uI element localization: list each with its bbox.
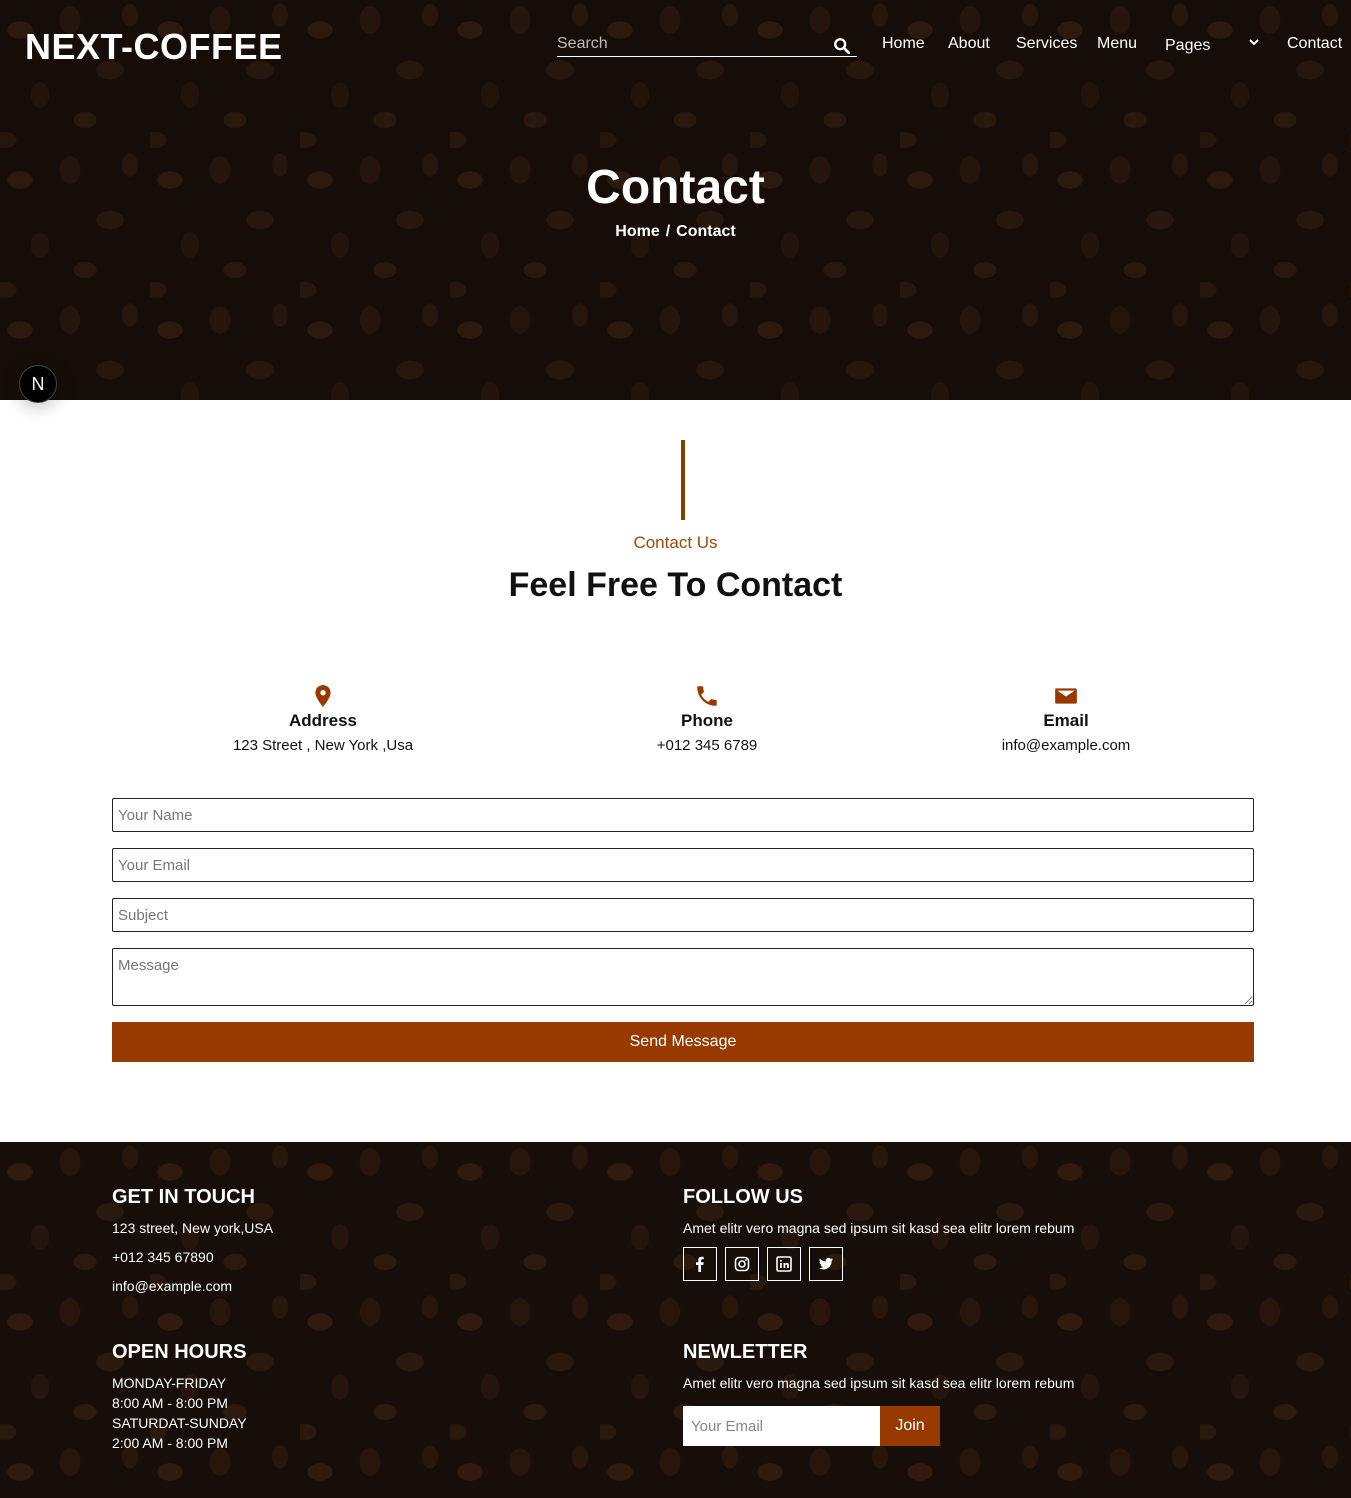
subject-field[interactable]	[112, 898, 1254, 932]
info-address-label: Address	[288, 711, 358, 730]
newsletter-email-input[interactable]	[683, 1406, 880, 1446]
weekend-label: SATURDAT-SUNDAY	[112, 1415, 247, 1431]
facebook-icon	[696, 1256, 704, 1272]
name-field[interactable]	[112, 798, 1254, 832]
nav-home[interactable]: Home	[882, 35, 925, 53]
info-email-label: Email	[1043, 711, 1089, 730]
chevron-down-icon[interactable]	[1248, 36, 1260, 48]
phone-icon	[697, 686, 717, 706]
nav-menu[interactable]: Menu	[1097, 35, 1137, 53]
footer-follow-us: FOLLOW US Amet elitr vero magna sed ipsu…	[683, 1186, 1074, 1236]
footer-newsletter: NEWLETTER Amet elitr vero magna sed ipsu…	[683, 1341, 1074, 1391]
footer-newsletter-title: NEWLETTER	[683, 1341, 808, 1363]
instagram-button[interactable]	[725, 1247, 759, 1281]
newsletter-join-button[interactable]: Join	[880, 1406, 940, 1446]
footer-email[interactable]: info@example.com	[112, 1278, 273, 1294]
footer-phone: +012 345 67890	[112, 1249, 214, 1265]
info-phone-value: +012 345 6789	[656, 737, 758, 754]
map-pin-icon	[315, 685, 331, 707]
nextjs-badge[interactable]: N	[19, 365, 57, 403]
nav-about[interactable]: About	[948, 35, 990, 53]
site-logo[interactable]: NEXT-COFFEE	[25, 26, 283, 68]
footer-get-in-touch-title: GET IN TOUCH	[112, 1186, 255, 1208]
nav-contact[interactable]: Contact	[1287, 35, 1342, 53]
footer-get-in-touch: GET IN TOUCH 123 street, New york,USA +0…	[112, 1186, 273, 1294]
breadcrumb-home[interactable]: Home	[615, 223, 659, 240]
footer-open-hours-title: OPEN HOURS	[112, 1341, 247, 1363]
nav-services[interactable]: Services	[1016, 35, 1077, 53]
info-email-value: info@example.com	[1001, 737, 1131, 754]
send-message-button[interactable]: Send Message	[112, 1022, 1254, 1062]
info-phone: Phone +012 345 6789	[557, 683, 857, 754]
social-links	[683, 1247, 843, 1281]
top-navbar: NEXT-COFFEE Home About Services Menu Pag…	[0, 0, 1351, 90]
weekday-label: MONDAY-FRIDAY	[112, 1375, 227, 1391]
search-icon[interactable]	[833, 37, 851, 55]
instagram-icon	[734, 1256, 750, 1272]
footer-newsletter-text: Amet elitr vero magna sed ipsum sit kasd…	[683, 1375, 1075, 1391]
search-box	[557, 33, 857, 57]
twitter-button[interactable]	[809, 1247, 843, 1281]
breadcrumb-current: Contact	[676, 223, 736, 240]
search-input[interactable]	[557, 33, 817, 55]
envelope-icon	[1055, 688, 1077, 704]
footer-follow-us-title: FOLLOW US	[683, 1186, 803, 1208]
page-title: Contact	[586, 161, 765, 214]
section-subtitle: Contact Us	[633, 533, 718, 552]
email-field[interactable]	[112, 848, 1254, 882]
twitter-icon	[819, 1257, 833, 1270]
nav-pages[interactable]: Pages	[1165, 37, 1210, 55]
info-address-value: 123 Street , New York ,Usa	[232, 737, 414, 754]
section-title: Feel Free To Contact	[508, 566, 843, 604]
section-divider	[681, 440, 685, 520]
footer-open-hours: OPEN HOURS MONDAY-FRIDAY 8:00 AM - 8:00 …	[112, 1341, 247, 1451]
breadcrumb-separator: /	[665, 223, 671, 240]
footer-address: 123 street, New york,USA	[112, 1220, 274, 1236]
linkedin-icon	[776, 1256, 792, 1272]
breadcrumb: Home / Contact	[0, 223, 1351, 241]
linkedin-button[interactable]	[767, 1247, 801, 1281]
weekend-hours: 2:00 AM - 8:00 PM	[112, 1435, 228, 1451]
info-address: Address 123 Street , New York ,Usa	[173, 683, 473, 754]
facebook-button[interactable]	[683, 1247, 717, 1281]
footer-follow-us-text: Amet elitr vero magna sed ipsum sit kasd…	[683, 1220, 1075, 1236]
message-field[interactable]	[112, 948, 1254, 1006]
weekday-hours: 8:00 AM - 8:00 PM	[112, 1395, 228, 1411]
info-phone-label: Phone	[681, 711, 733, 730]
info-email: Email info@example.com	[916, 683, 1216, 754]
